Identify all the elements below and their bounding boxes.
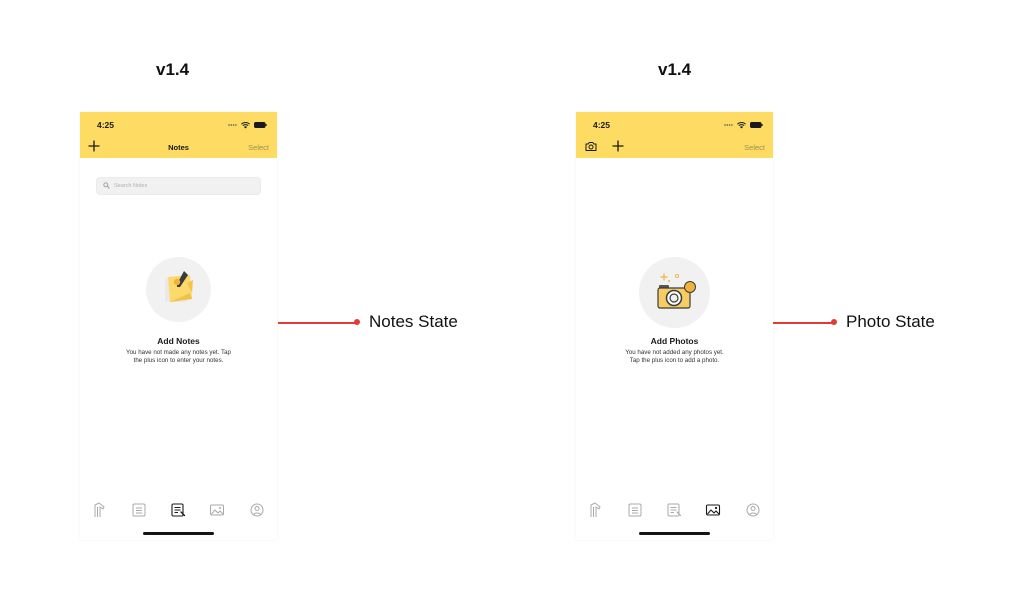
tab-bar xyxy=(576,502,773,518)
tab-profile[interactable] xyxy=(745,502,761,518)
notes-icon xyxy=(667,503,682,517)
tab-notes[interactable] xyxy=(170,502,186,518)
profile-icon xyxy=(250,503,264,517)
connector-dot-notes xyxy=(354,319,360,325)
list-icon xyxy=(132,503,146,517)
tab-home[interactable] xyxy=(92,502,108,518)
sticky-note-icon xyxy=(165,271,193,302)
wifi-icon xyxy=(737,121,746,128)
tab-profile[interactable] xyxy=(249,502,265,518)
app-header: 4:25 Select xyxy=(576,112,773,158)
camera-illustration-icon xyxy=(657,273,696,309)
phone-notes-state: 4:25 Notes Select Add Notes You have not… xyxy=(80,112,277,540)
tab-photos[interactable] xyxy=(705,502,721,518)
photos-icon xyxy=(705,504,721,516)
tab-list[interactable] xyxy=(131,502,147,518)
tab-bar xyxy=(80,502,277,518)
empty-state-description: You have not added any photos yet. Tap t… xyxy=(625,349,724,365)
battery-icon xyxy=(254,122,267,128)
profile-icon xyxy=(746,503,760,517)
signal-icon xyxy=(724,124,733,126)
empty-state-title: Add Notes xyxy=(157,336,200,346)
app-header: 4:25 Notes Select xyxy=(80,112,277,158)
version-label-notes: v1.4 xyxy=(156,60,190,79)
battery-icon xyxy=(750,122,763,128)
select-button[interactable]: Select xyxy=(248,143,269,152)
photos-illustration xyxy=(639,257,710,328)
status-icons xyxy=(724,120,763,130)
photos-icon xyxy=(210,504,224,516)
tab-photos[interactable] xyxy=(209,502,225,518)
connector-line-notes xyxy=(278,322,355,324)
camera-icon[interactable] xyxy=(585,140,597,152)
status-time: 4:25 xyxy=(593,120,611,130)
search-bar[interactable] xyxy=(96,177,261,195)
tab-list[interactable] xyxy=(627,502,643,518)
search-input[interactable] xyxy=(114,179,254,193)
plus-icon[interactable] xyxy=(612,140,624,152)
empty-state-description: You have not made any notes yet. Tap the… xyxy=(126,349,231,365)
tab-home[interactable] xyxy=(588,502,604,518)
home-indicator xyxy=(143,532,214,535)
search-icon xyxy=(103,182,110,189)
state-label-notes: Notes State xyxy=(369,312,458,331)
empty-state-title: Add Photos xyxy=(650,336,699,346)
home-icon xyxy=(590,502,601,517)
wifi-icon xyxy=(241,121,250,128)
status-icons xyxy=(228,120,267,130)
connector-line-photos xyxy=(773,322,832,324)
connector-dot-photos xyxy=(831,319,837,325)
home-icon xyxy=(94,502,105,517)
signal-icon xyxy=(228,124,237,126)
phone-photo-state: 4:25 Select Add Photos You have not adde… xyxy=(576,112,773,540)
status-time: 4:25 xyxy=(97,120,115,130)
notes-icon xyxy=(171,503,186,517)
notes-illustration xyxy=(146,257,211,322)
state-label-photos: Photo State xyxy=(846,312,935,331)
tab-notes[interactable] xyxy=(666,502,682,518)
select-button[interactable]: Select xyxy=(744,143,765,152)
home-indicator xyxy=(639,532,710,535)
list-icon xyxy=(628,503,642,517)
version-label-photos: v1.4 xyxy=(658,60,692,79)
